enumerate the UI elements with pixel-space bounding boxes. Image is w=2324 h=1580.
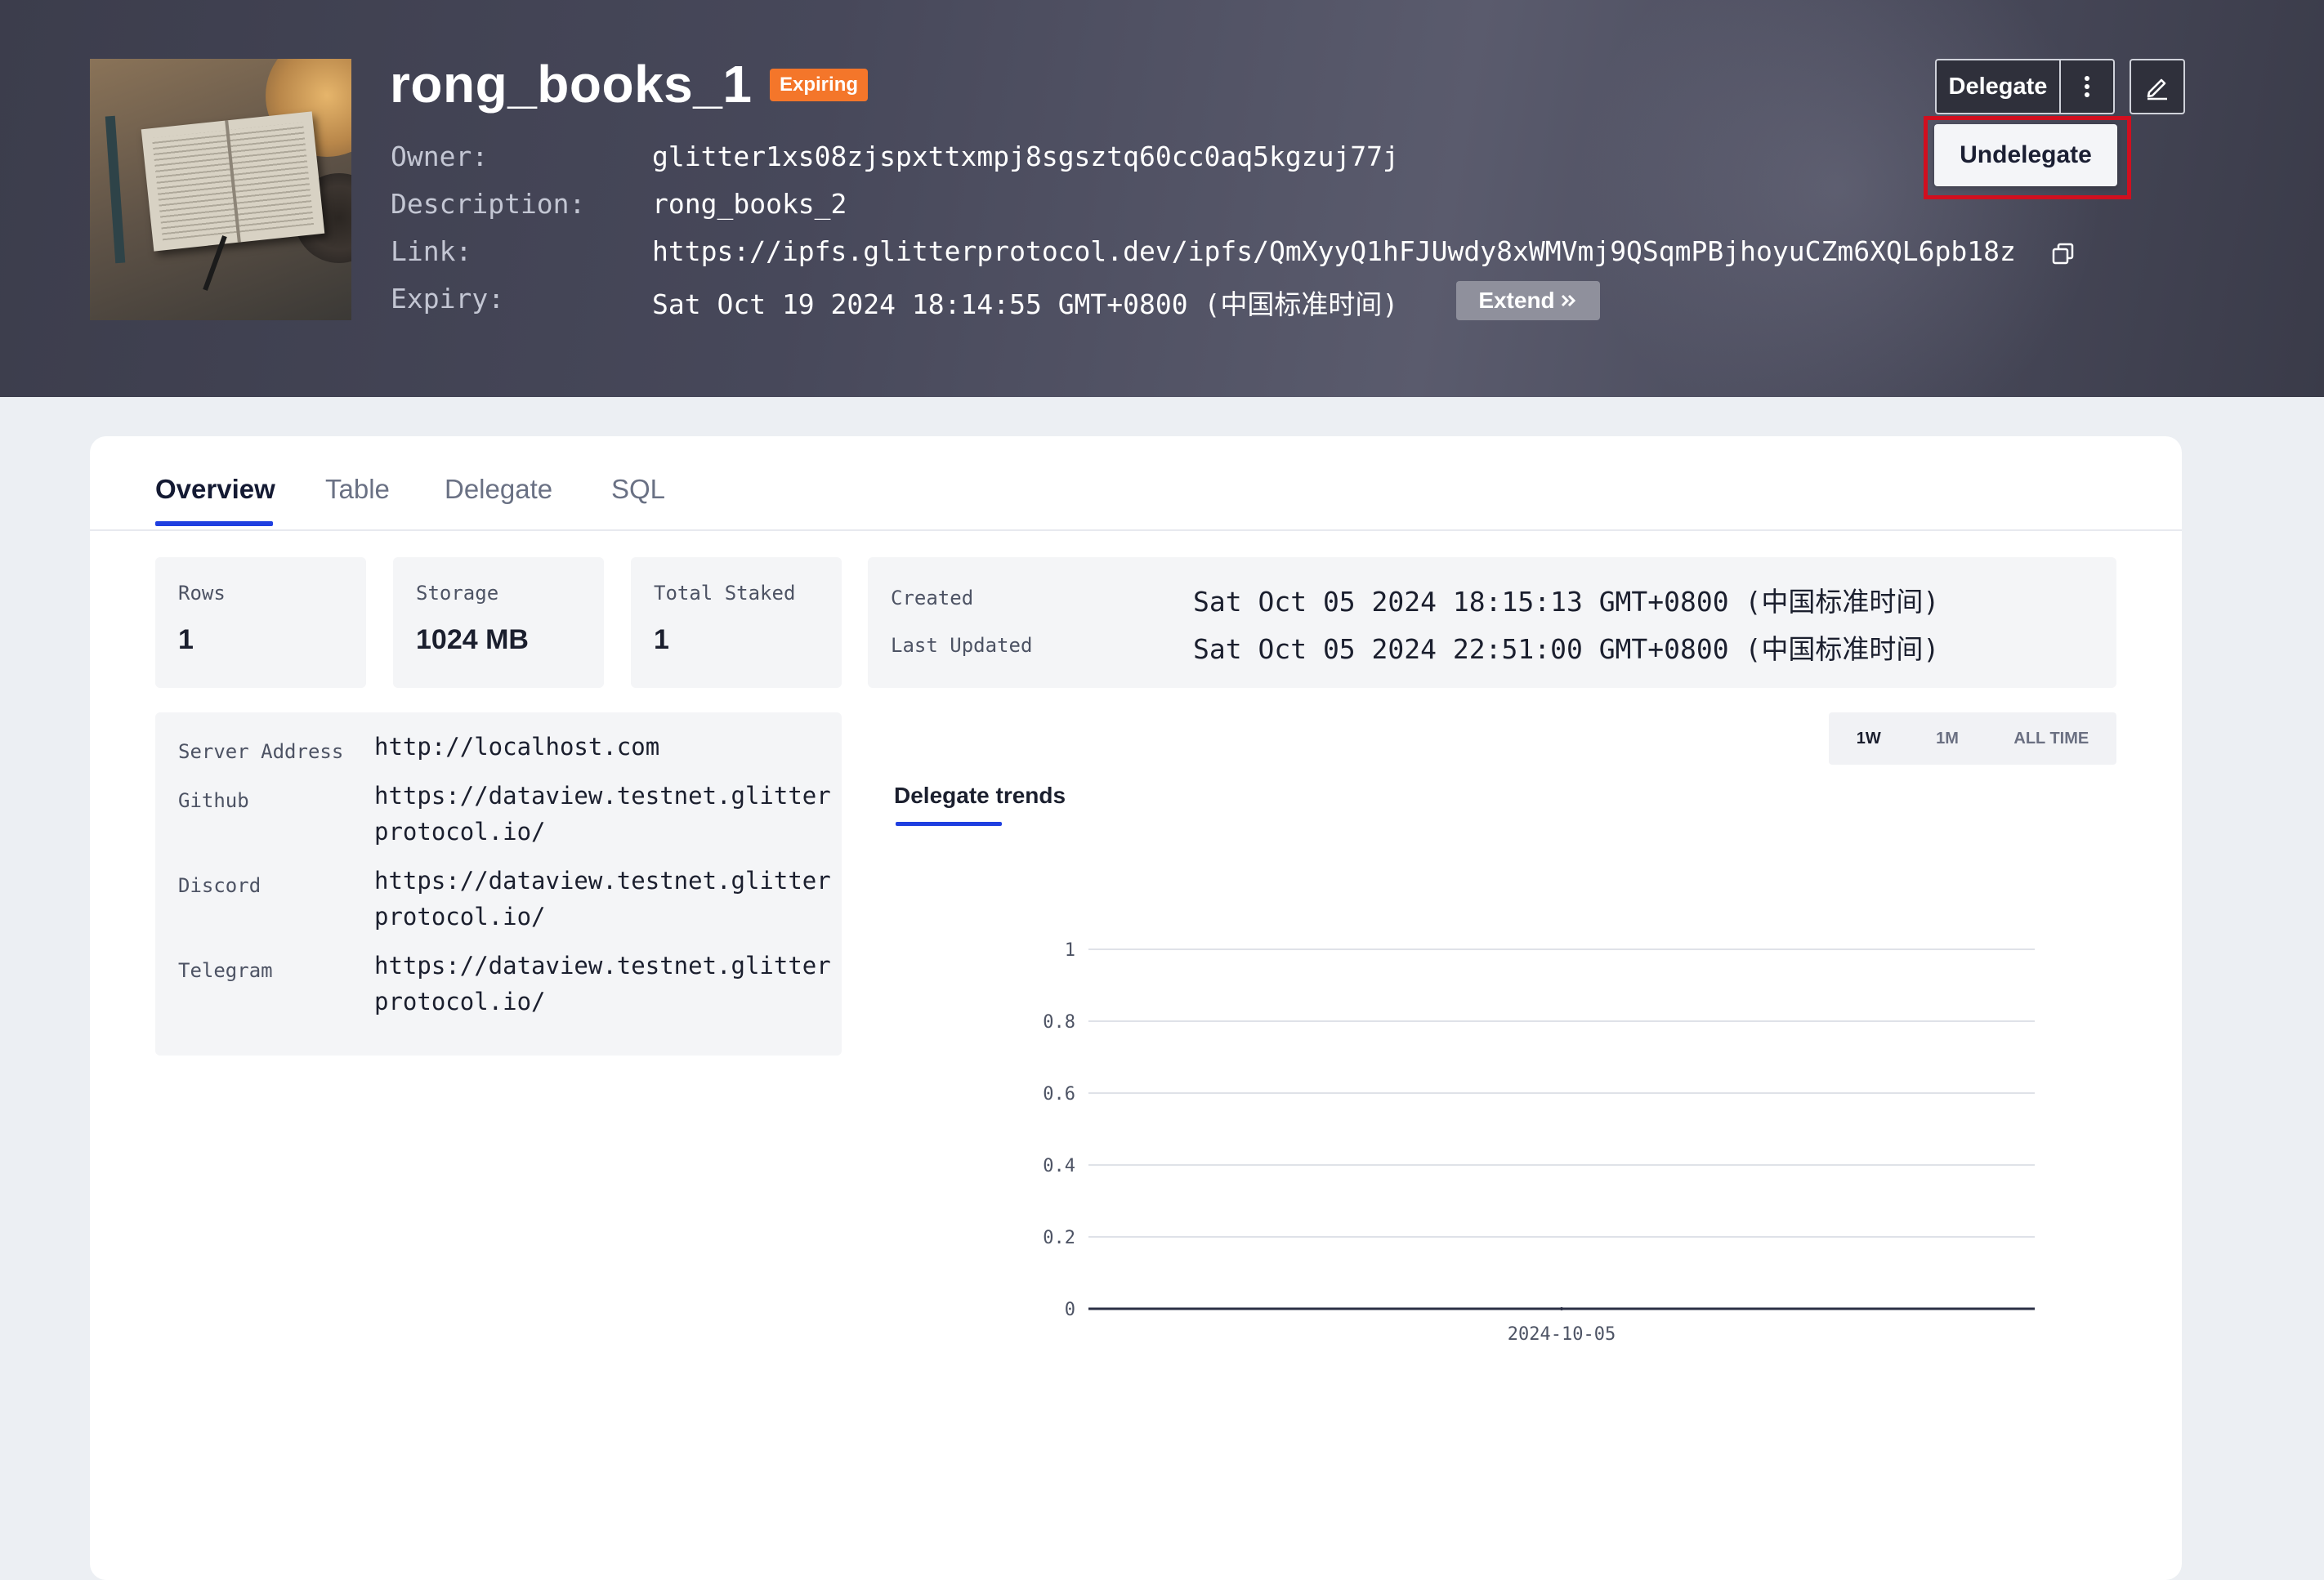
discord-label: Discord (178, 874, 261, 897)
kebab-menu-icon (2085, 76, 2089, 97)
owner-label: Owner: (391, 141, 489, 172)
rows-label: Rows (178, 582, 226, 605)
github-link[interactable]: https://dataview.testnet.glitterprotocol… (374, 778, 832, 850)
undelegate-button[interactable]: Undelegate (1934, 124, 2117, 186)
y-tick-label: 0.4 (1043, 1156, 1075, 1176)
github-label: Github (178, 789, 249, 812)
range-1w-button[interactable]: 1W (1857, 730, 1881, 748)
telegram-label: Telegram (178, 959, 273, 982)
link-value[interactable]: https://ipfs.glitterprotocol.dev/ipfs/Qm… (652, 235, 2016, 267)
copy-icon[interactable] (2051, 242, 2076, 266)
extend-label: Extend (1478, 288, 1555, 313)
page-title: rong_books_1 (390, 55, 753, 114)
storage-value: 1024 MB (416, 624, 529, 655)
time-range-selector: 1W 1M ALL TIME (1829, 712, 2116, 765)
link-label: Link: (391, 235, 472, 267)
edit-icon (2147, 78, 2167, 100)
dates-panel: Created Sat Oct 05 2024 18:15:13 GMT+080… (868, 557, 2116, 688)
links-panel: Server Address http://localhost.com Gith… (155, 712, 842, 1056)
y-tick-label: 0.8 (1043, 1012, 1075, 1033)
range-1m-button[interactable]: 1M (1936, 730, 1959, 748)
double-chevron-right-icon (1561, 294, 1575, 307)
description-label: Description: (391, 188, 586, 220)
last-updated-value: Sat Oct 05 2024 22:51:00 GMT+0800 (中国标准时… (1193, 633, 1940, 665)
active-tab-indicator (155, 521, 273, 526)
tab-bar: Overview Table Delegate SQL (90, 436, 2182, 531)
delegate-button-group: Delegate (1935, 59, 2115, 114)
chart-tab-indicator (896, 822, 1002, 826)
rows-stat: Rows 1 (155, 557, 366, 688)
delegate-trends-chart: 0 0.2 0.4 0.6 0.8 1 2024-10-05 (1043, 940, 2035, 1345)
last-updated-label: Last Updated (891, 634, 1033, 657)
server-address-label: Server Address (178, 740, 344, 763)
total-staked-value: 1 (654, 624, 669, 655)
server-address-value[interactable]: http://localhost.com (374, 729, 832, 765)
expiry-label: Expiry: (391, 283, 505, 315)
owner-value: glitter1xs08zjspxttxmpj8sgsztq60cc0aq5kg… (652, 141, 1399, 172)
total-staked-label: Total Staked (654, 582, 796, 605)
tab-table[interactable]: Table (325, 474, 390, 505)
delegate-trends-tab[interactable]: Delegate trends (894, 783, 1066, 809)
storage-stat: Storage 1024 MB (393, 557, 604, 688)
total-staked-stat: Total Staked 1 (631, 557, 842, 688)
asset-thumbnail (90, 59, 351, 320)
edit-button[interactable] (2130, 59, 2185, 114)
storage-label: Storage (416, 582, 499, 605)
overview-card: Overview Table Delegate SQL Rows 1 Stora… (90, 436, 2182, 1580)
discord-link[interactable]: https://dataview.testnet.glitterprotocol… (374, 863, 832, 935)
created-label: Created (891, 587, 974, 609)
expiry-value: Sat Oct 19 2024 18:14:55 GMT+0800 (中国标准时… (652, 288, 1399, 320)
y-tick-label: 1 (1065, 940, 1075, 961)
tab-sql[interactable]: SQL (611, 474, 665, 505)
extend-button[interactable]: Extend (1456, 281, 1600, 320)
tab-overview[interactable]: Overview (155, 474, 275, 505)
y-tick-label: 0.6 (1043, 1084, 1075, 1105)
x-tick-label: 2024-10-05 (1508, 1324, 1616, 1345)
telegram-link[interactable]: https://dataview.testnet.glitterprotocol… (374, 948, 832, 1020)
delegate-button[interactable]: Delegate (1937, 60, 2059, 113)
rows-value: 1 (178, 624, 194, 655)
range-all-time-button[interactable]: ALL TIME (2013, 730, 2089, 748)
tab-delegate[interactable]: Delegate (445, 474, 552, 505)
status-badge: Expiring (770, 69, 869, 101)
description-value: rong_books_2 (652, 188, 847, 220)
data-point (1560, 1307, 1563, 1310)
y-tick-label: 0.2 (1043, 1228, 1075, 1248)
more-options-button[interactable] (2059, 60, 2113, 113)
y-tick-label: 0 (1065, 1300, 1075, 1320)
created-value: Sat Oct 05 2024 18:15:13 GMT+0800 (中国标准时… (1193, 586, 1940, 618)
